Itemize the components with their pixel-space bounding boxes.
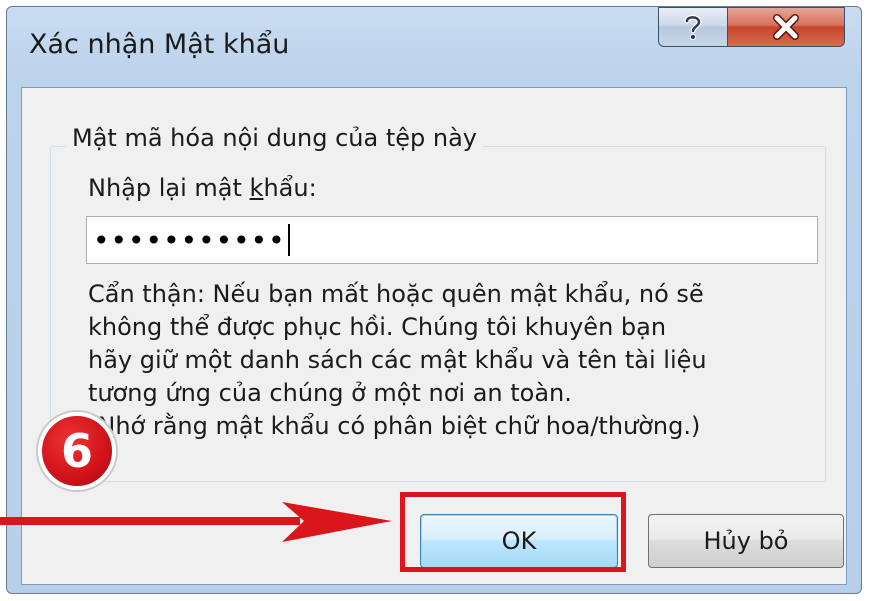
help-icon [684,14,702,41]
label-text-after: hẩu: [263,174,317,202]
close-icon [773,14,799,40]
label-accelerator: k [249,174,264,202]
password-mask: ••••••••••• [93,223,286,257]
label-text-before: Nhập lại mật [88,174,250,202]
warning-line: không thể được phục hồi. Chúng tôi khuyê… [88,313,667,341]
warning-line: hãy giữ một danh sách các mật khẩu và tê… [88,346,707,374]
cancel-button[interactable]: Hủy bỏ [648,514,844,568]
reenter-password-input[interactable]: ••••••••••• [86,216,818,264]
text-caret [287,224,290,256]
step-number-badge: 6 [38,412,116,490]
reenter-password-label: Nhập lại mật khẩu: [88,174,317,202]
title-bar[interactable]: Xác nhận Mật khẩu [7,7,861,81]
close-button[interactable] [727,7,845,47]
warning-line: tương ứng của chúng ở một nơi an toàn. [88,379,572,407]
warning-text: Cẩn thận: Nếu bạn mất hoặc quên mật khẩu… [88,278,828,443]
ok-highlight-box [400,492,626,572]
groupbox-legend: Mật mã hóa nội dung của tệp này [66,124,484,152]
warning-line: (Nhớ rằng mật khẩu có phân biệt chữ hoa/… [88,412,701,440]
help-button[interactable] [658,7,728,47]
dialog-title: Xác nhận Mật khẩu [29,29,290,60]
arrow-right-icon [0,502,392,542]
warning-line: Cẩn thận: Nếu bạn mất hoặc quên mật khẩu… [88,280,704,308]
